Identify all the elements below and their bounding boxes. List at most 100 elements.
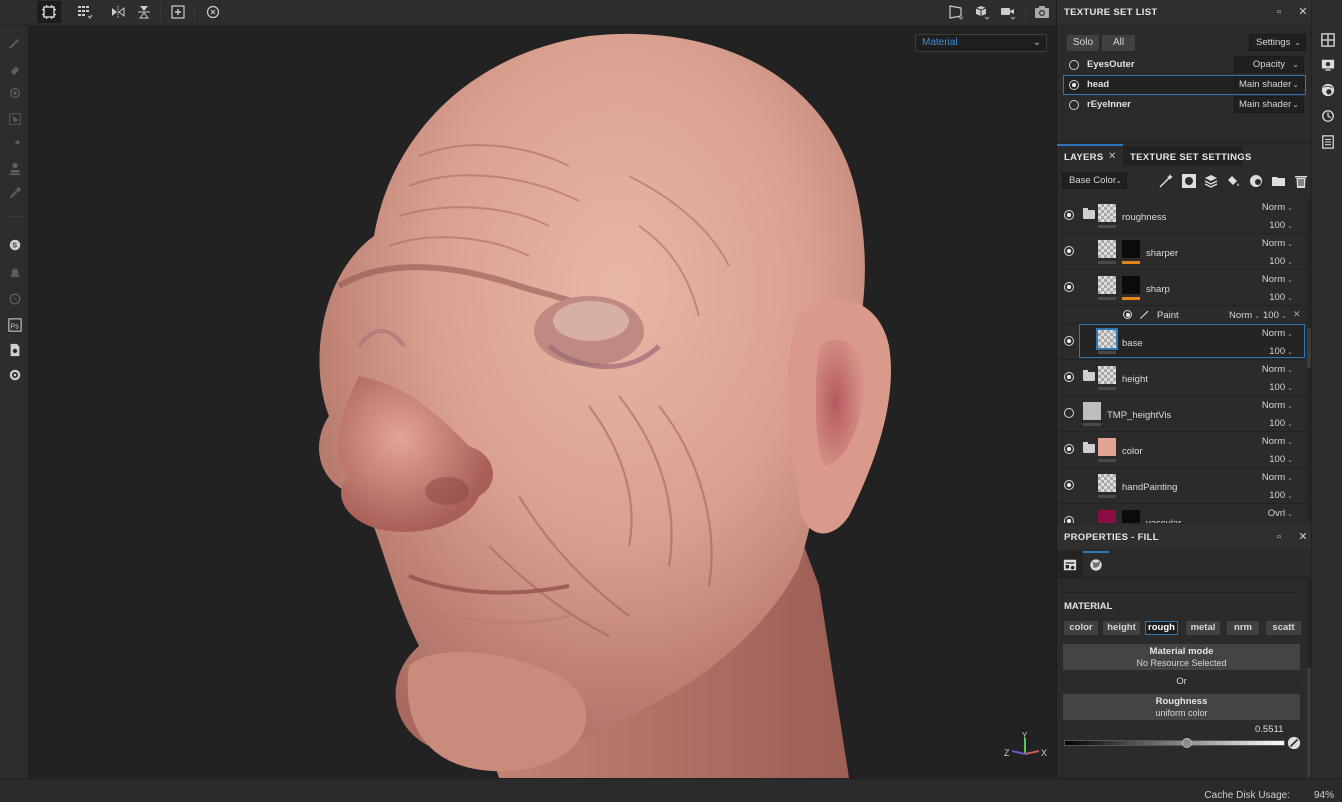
channel-button-scatt[interactable]: scatt [1266, 621, 1301, 635]
roughness-slider-handle[interactable] [1181, 738, 1192, 748]
notification-bell-tool[interactable] [6, 264, 24, 282]
texture-set-row-reyeinner[interactable]: rEyeInner Main shader ⌄ [1063, 95, 1306, 115]
visibility-toggle[interactable] [1064, 336, 1074, 346]
blend-mode-dropdown[interactable]: Norm ⌄ [1262, 328, 1293, 339]
shader-settings-icon[interactable] [1321, 83, 1335, 97]
opacity-dropdown[interactable]: 100 ⌄ [1269, 382, 1293, 393]
visibility-toggle[interactable] [1064, 444, 1074, 454]
roughness-slider-value[interactable]: 0.5511 [1255, 724, 1283, 735]
grid-view-button[interactable] [73, 1, 97, 23]
visibility-toggle[interactable] [1064, 516, 1074, 523]
texture-set-radio[interactable] [1069, 60, 1079, 70]
viewport-frame-button[interactable] [944, 1, 968, 23]
history-button[interactable] [201, 1, 225, 23]
texture-set-row-eyesouter[interactable]: EyesOuter Opacity ⌄ [1063, 55, 1306, 75]
smart-material-button[interactable] [1248, 173, 1264, 189]
color-picker-tool[interactable] [6, 184, 24, 202]
display-cube-button[interactable] [970, 1, 994, 23]
solo-button[interactable]: Solo [1067, 35, 1099, 51]
opacity-dropdown[interactable]: 100 ⌄ [1269, 490, 1293, 501]
texture-set-row-head[interactable]: head Main shader ⌄ [1063, 75, 1306, 95]
camera-video-button[interactable] [996, 1, 1020, 23]
smudge-tool[interactable] [6, 134, 24, 152]
channel-button-color[interactable]: color [1064, 621, 1098, 635]
blend-mode-dropdown[interactable]: Ovrl ⌄ [1268, 508, 1293, 519]
add-frame-button[interactable] [166, 1, 190, 23]
layer-row[interactable]: vascular Ovrl⌄ [1057, 504, 1305, 523]
channel-button-rough[interactable]: rough [1145, 621, 1178, 635]
delete-layer-button[interactable] [1293, 173, 1309, 189]
blend-mode-dropdown[interactable]: Norm ⌄ [1262, 274, 1293, 285]
tab-layers[interactable]: LAYERS [1064, 152, 1103, 163]
visibility-toggle[interactable] [1064, 246, 1074, 256]
settings-gear-tool[interactable] [6, 366, 24, 384]
close-tab-icon[interactable]: ✕ [1108, 151, 1116, 162]
tab-general[interactable] [1057, 551, 1083, 577]
material-mode-button[interactable]: Material mode No Resource Selected [1063, 644, 1300, 670]
shader-dropdown[interactable]: Main shader ⌄ [1234, 76, 1304, 93]
add-mask-button[interactable] [1181, 173, 1197, 189]
2d-view-button[interactable] [37, 1, 61, 23]
brush-tool[interactable] [6, 34, 24, 52]
visibility-toggle[interactable] [1064, 282, 1074, 292]
channel-button-nrm[interactable]: nrm [1227, 621, 1259, 635]
shader-dropdown[interactable]: Main shader ⌄ [1234, 96, 1304, 113]
layer-row[interactable]: base Norm ⌄ 100 ⌄ [1057, 324, 1305, 360]
layer-row[interactable]: roughness Norm ⌄ 100 ⌄ [1057, 198, 1305, 234]
settings-dropdown[interactable]: Settings ⌄ [1249, 34, 1306, 51]
eraser-tool[interactable] [6, 60, 24, 78]
all-button[interactable]: All [1102, 35, 1135, 51]
channel-button-metal[interactable]: metal [1186, 621, 1220, 635]
blend-mode-dropdown[interactable]: Norm ⌄ [1262, 202, 1293, 213]
tab-texture-set-settings[interactable]: TEXTURE SET SETTINGS [1130, 152, 1252, 163]
roughness-slider[interactable] [1064, 738, 1285, 748]
color-picker-icon[interactable] [1287, 736, 1301, 750]
display-settings-icon[interactable] [1321, 58, 1335, 72]
tab-material[interactable] [1083, 553, 1109, 577]
symmetry-x-button[interactable] [106, 1, 130, 23]
opacity-dropdown[interactable]: 100 ⌄ [1269, 256, 1293, 267]
opacity-dropdown[interactable]: 100 ⌄ [1269, 292, 1293, 303]
layer-row[interactable]: sharper Norm ⌄ 100 ⌄ [1057, 234, 1305, 270]
layer-row[interactable]: color Norm ⌄ 100 ⌄ [1057, 432, 1305, 468]
undock-icon[interactable]: ▫ [1272, 5, 1286, 19]
visibility-toggle[interactable] [1064, 480, 1074, 490]
undock-icon[interactable]: ▫ [1272, 530, 1286, 544]
viewport-channel-select[interactable]: Material ⌄ [915, 34, 1047, 52]
layer-row[interactable]: sharp Norm ⌄ 100 ⌄ [1057, 270, 1305, 306]
close-icon[interactable]: ✕ [1296, 530, 1310, 544]
log-list-icon[interactable] [1321, 135, 1335, 149]
layout-grid-icon[interactable] [1321, 33, 1335, 47]
add-effect-button[interactable] [1158, 173, 1174, 189]
visibility-toggle[interactable] [1064, 372, 1074, 382]
blend-mode-dropdown[interactable]: Norm ⌄ [1262, 364, 1293, 375]
layer-row[interactable]: TMP_heightVis Norm ⌄ 100 ⌄ [1057, 396, 1305, 432]
visibility-toggle[interactable] [1123, 310, 1132, 319]
effect-opacity-dropdown[interactable]: 100 ⌄ [1263, 310, 1287, 321]
blend-mode-dropdown[interactable]: Norm ⌄ [1262, 472, 1293, 483]
roughness-source-button[interactable]: Roughness uniform color [1063, 694, 1300, 720]
channel-dropdown[interactable]: Base Color ⌄ [1062, 172, 1127, 189]
document-export-tool[interactable] [6, 341, 24, 359]
texture-set-radio[interactable] [1069, 100, 1079, 110]
layer-row[interactable]: height Norm ⌄ 100 ⌄ [1057, 360, 1305, 396]
screenshot-button[interactable] [1030, 1, 1054, 23]
clone-stamp-tool[interactable] [6, 160, 24, 178]
opacity-dropdown[interactable]: 100 ⌄ [1269, 220, 1293, 231]
projection-tool[interactable] [6, 84, 24, 102]
effect-row-paint[interactable]: Paint Norm ⌄ 100 ⌄ ✕ [1057, 306, 1305, 324]
mask-thumbnail[interactable] [1122, 510, 1140, 523]
mask-thumbnail[interactable] [1122, 240, 1140, 258]
history-clock-icon[interactable] [1321, 109, 1335, 123]
symmetry-y-button[interactable] [132, 1, 156, 23]
close-icon[interactable]: ✕ [1296, 5, 1310, 19]
3d-viewport[interactable]: Material ⌄ Y X Z [29, 26, 1056, 778]
plugin-tool[interactable] [6, 290, 24, 308]
opacity-dropdown[interactable]: 100 ⌄ [1269, 418, 1293, 429]
add-fill-layer-button[interactable] [1225, 173, 1241, 189]
opacity-dropdown[interactable]: 100 ⌄ [1269, 346, 1293, 357]
shader-dropdown[interactable]: Opacity ⌄ [1234, 56, 1304, 73]
remove-effect-icon[interactable]: ✕ [1293, 309, 1301, 320]
texture-set-radio[interactable] [1069, 80, 1079, 90]
substance-bake-tool[interactable]: S [6, 236, 24, 254]
